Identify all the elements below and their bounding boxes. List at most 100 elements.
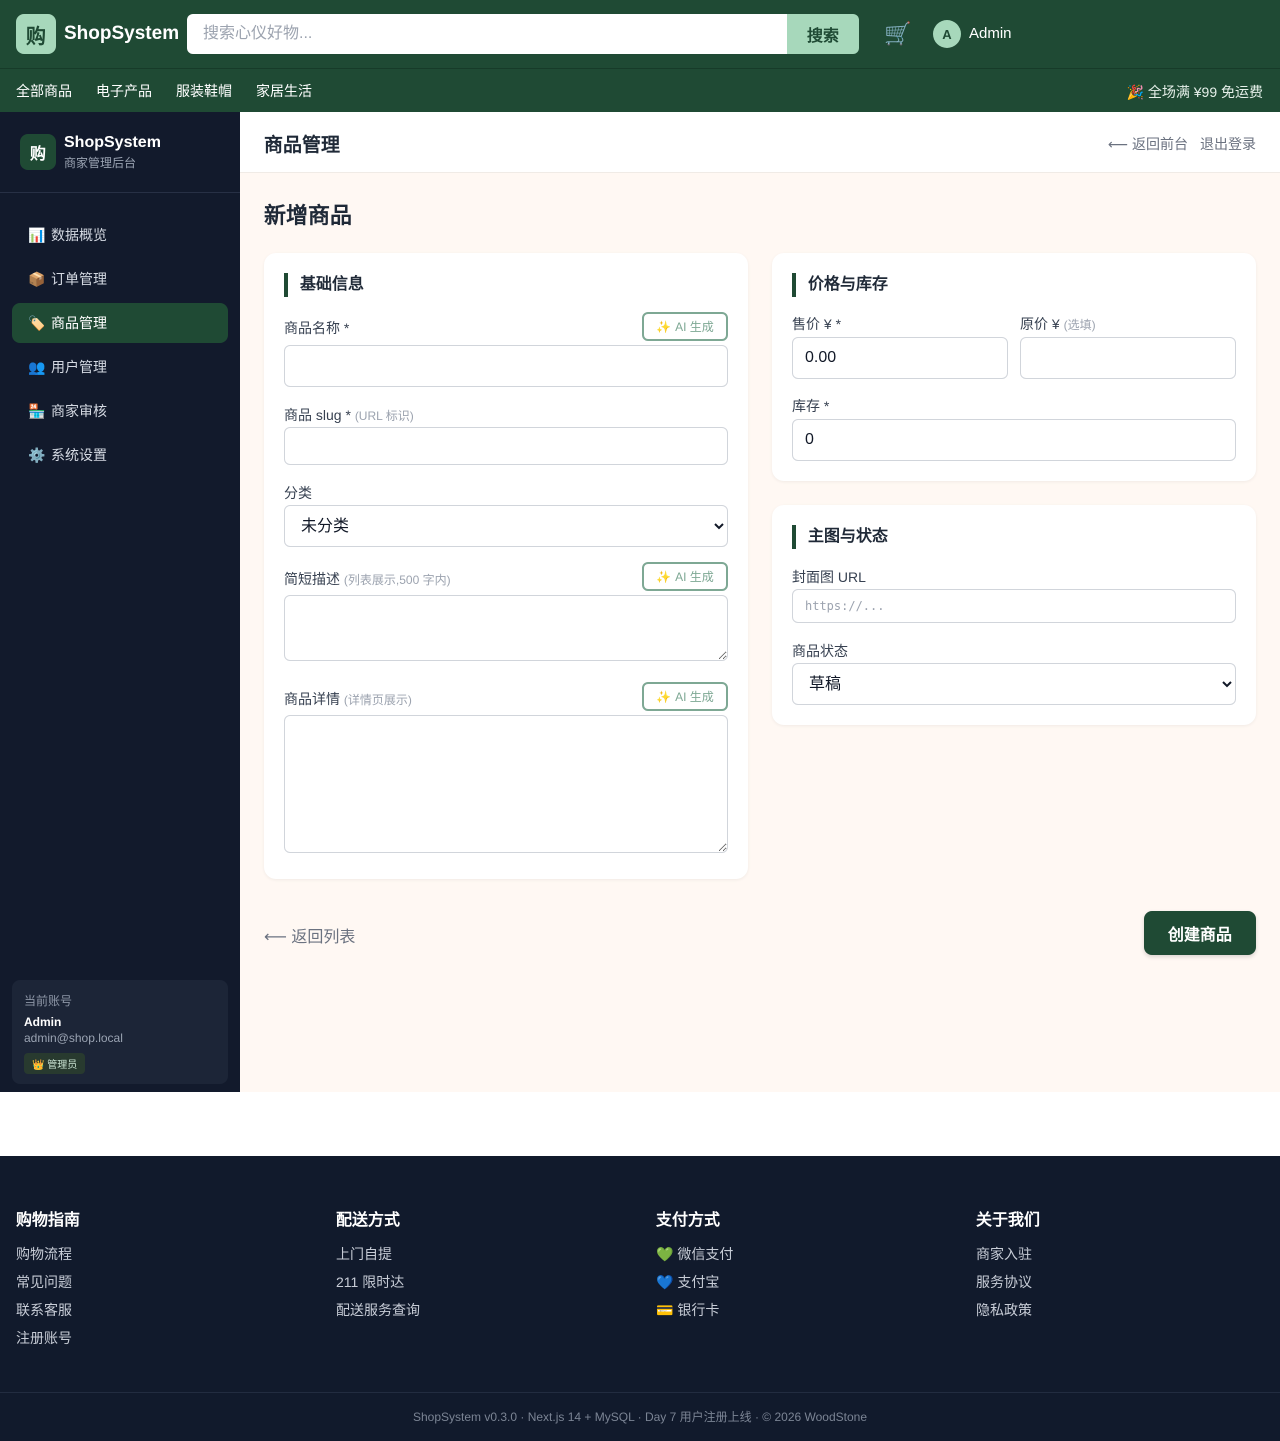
footer-link[interactable]: 💚 微信支付 (656, 1246, 733, 1262)
site-footer: 购物指南 购物流程 常见问题 联系客服 注册账号 配送方式 上门自提 211 限… (0, 1156, 1280, 1441)
footer-link[interactable]: 💳 银行卡 (656, 1302, 733, 1318)
footer-copyright: ShopSystem v0.3.0 · Next.js 14 + MySQL ·… (0, 1392, 1280, 1441)
footer-heading: 购物指南 (16, 1212, 81, 1229)
brand-logo[interactable]: 购 (16, 14, 56, 54)
gear-icon: ⚙️ (28, 446, 46, 463)
sidebar-item-settings[interactable]: ⚙️ 系统设置 (12, 435, 228, 475)
category-all[interactable]: 全部商品 (16, 81, 72, 101)
name-label: 商品名称 * (284, 320, 350, 336)
account-name: Admin (24, 1015, 62, 1029)
sparkle-icon: ✨ (656, 319, 672, 334)
logout-link[interactable]: 退出登录 (1200, 134, 1256, 154)
page-title: 商品管理 (264, 135, 341, 156)
product-name-input[interactable] (284, 345, 728, 387)
footer-link[interactable]: 配送服务查询 (336, 1302, 420, 1318)
sidebar-item-label: 订单管理 (51, 271, 107, 287)
footer-link[interactable]: 联系客服 (16, 1302, 80, 1318)
footer-heading: 配送方式 (336, 1212, 401, 1229)
slug-label: 商品 slug * (URL 标识) (284, 407, 414, 423)
sidebar-item-label: 商家审核 (51, 403, 107, 419)
role-badge: 👑 管理员 (24, 1053, 86, 1074)
category-electronics[interactable]: 电子产品 (96, 81, 152, 101)
search-button[interactable]: 搜索 (787, 14, 859, 54)
sale-price-input[interactable] (792, 337, 1008, 379)
sparkle-icon: ✨ (656, 689, 672, 704)
footer-link[interactable]: 注册账号 (16, 1330, 80, 1346)
sidebar-logo: 购 (20, 134, 56, 170)
detail-textarea[interactable] (284, 715, 728, 853)
sidebar-brand: 购 ShopSystem 商家管理后台 (0, 112, 240, 193)
sidebar-item-orders[interactable]: 📦 订单管理 (12, 259, 228, 299)
promo-banner: 🎉 全场满 ¥99 免运费 (1126, 84, 1263, 100)
footer-col-payment: 支付方式 💚 微信支付 💙 支付宝 💳 银行卡 (656, 1206, 733, 1330)
card-title: 基础信息 (284, 273, 364, 297)
sidebar-item-label: 系统设置 (51, 447, 107, 463)
card-title: 价格与库存 (792, 273, 888, 297)
brand-name[interactable]: ShopSystem (64, 23, 179, 45)
footer-link[interactable]: 上门自提 (336, 1246, 420, 1262)
sidebar-subtitle: 商家管理后台 (64, 155, 137, 170)
category-home[interactable]: 家居生活 (256, 81, 312, 101)
ai-generate-detail-button[interactable]: ✨ AI 生成 (642, 682, 728, 711)
main-header: 商品管理 ⟵ 返回前台 退出登录 (240, 112, 1280, 173)
category-label: 分类 (284, 485, 312, 501)
account-label: 当前账号 (24, 994, 73, 1008)
search-bar: 搜索 (187, 14, 859, 54)
avatar[interactable]: A (933, 20, 961, 48)
chart-icon: 📊 (28, 226, 46, 243)
sidebar-item-merchant-review[interactable]: 🏪 商家审核 (12, 391, 228, 431)
footer-link[interactable]: 💙 支付宝 (656, 1274, 733, 1290)
footer-link[interactable]: 常见问题 (16, 1274, 80, 1290)
ai-generate-name-button[interactable]: ✨ AI 生成 (642, 312, 728, 341)
sale-price-label: 售价 ¥ * (792, 316, 842, 332)
price-stock-card: 价格与库存 售价 ¥ * 原价 ¥ (选填) 库存 * (772, 253, 1256, 481)
sidebar-item-label: 数据概览 (51, 227, 107, 243)
footer-link[interactable]: 购物流程 (16, 1246, 80, 1262)
search-input[interactable] (187, 14, 787, 54)
footer-link[interactable]: 服务协议 (976, 1274, 1040, 1290)
category-apparel[interactable]: 服装鞋帽 (176, 81, 232, 101)
create-product-button[interactable]: 创建商品 (1144, 911, 1256, 955)
cover-url-label: 封面图 URL (792, 569, 866, 585)
ai-generate-short-desc-button[interactable]: ✨ AI 生成 (642, 562, 728, 591)
status-label: 商品状态 (792, 643, 848, 659)
footer-link[interactable]: 商家入驻 (976, 1246, 1040, 1262)
basic-info-card: 基础信息 商品名称 * ✨ AI 生成 商品 slug * (URL 标识) 分类… (264, 253, 748, 879)
product-slug-input[interactable] (284, 427, 728, 465)
sidebar-title: ShopSystem (64, 133, 161, 151)
card-title: 主图与状态 (792, 525, 888, 549)
stock-label: 库存 * (792, 398, 830, 414)
category-nav: 全部商品 电子产品 服装鞋帽 家居生活 🎉 全场满 ¥99 免运费 (0, 68, 1280, 112)
short-desc-label: 简短描述 (列表展示,500 字内) (284, 571, 451, 587)
short-desc-textarea[interactable] (284, 595, 728, 661)
sidebar-item-users[interactable]: 👥 用户管理 (12, 347, 228, 387)
sparkle-icon: ✨ (656, 569, 672, 584)
store-icon: 🏪 (28, 402, 46, 419)
sidebar-item-dashboard[interactable]: 📊 数据概览 (12, 215, 228, 255)
footer-heading: 关于我们 (976, 1212, 1041, 1229)
footer-link[interactable]: 隐私政策 (976, 1302, 1040, 1318)
orig-price-input[interactable] (1020, 337, 1236, 379)
sidebar-item-label: 商品管理 (51, 315, 107, 331)
footer-heading: 支付方式 (656, 1212, 721, 1229)
sidebar-item-label: 用户管理 (51, 359, 107, 375)
sidebar-item-products[interactable]: 🏷️ 商品管理 (12, 303, 228, 343)
cart-icon[interactable]: 🛒 (884, 20, 912, 48)
footer-col-guide: 购物指南 购物流程 常见问题 联系客服 注册账号 (16, 1206, 80, 1358)
account-email: admin@shop.local (24, 1031, 123, 1045)
sidebar-menu: 📊 数据概览 📦 订单管理 🏷️ 商品管理 👥 用户管理 🏪 商家审核 ⚙️ 系… (0, 193, 240, 475)
user-name[interactable]: Admin (969, 25, 1012, 42)
category-select[interactable]: 未分类 (284, 505, 728, 547)
back-to-front-link[interactable]: ⟵ 返回前台 (1108, 134, 1188, 154)
tag-icon: 🏷️ (28, 314, 46, 331)
orig-price-label: 原价 ¥ (选填) (1020, 316, 1096, 332)
stock-input[interactable] (792, 419, 1236, 461)
detail-label: 商品详情 (详情页展示) (284, 691, 412, 707)
status-select[interactable]: 草稿 (792, 663, 1236, 705)
cover-url-input[interactable] (792, 589, 1236, 623)
admin-sidebar: 购 ShopSystem 商家管理后台 📊 数据概览 📦 订单管理 🏷️ 商品管… (0, 112, 240, 1092)
footer-link[interactable]: 211 限时达 (336, 1274, 420, 1290)
back-to-list-link[interactable]: ⟵ 返回列表 (264, 923, 355, 947)
package-icon: 📦 (28, 270, 46, 287)
users-icon: 👥 (28, 358, 46, 375)
